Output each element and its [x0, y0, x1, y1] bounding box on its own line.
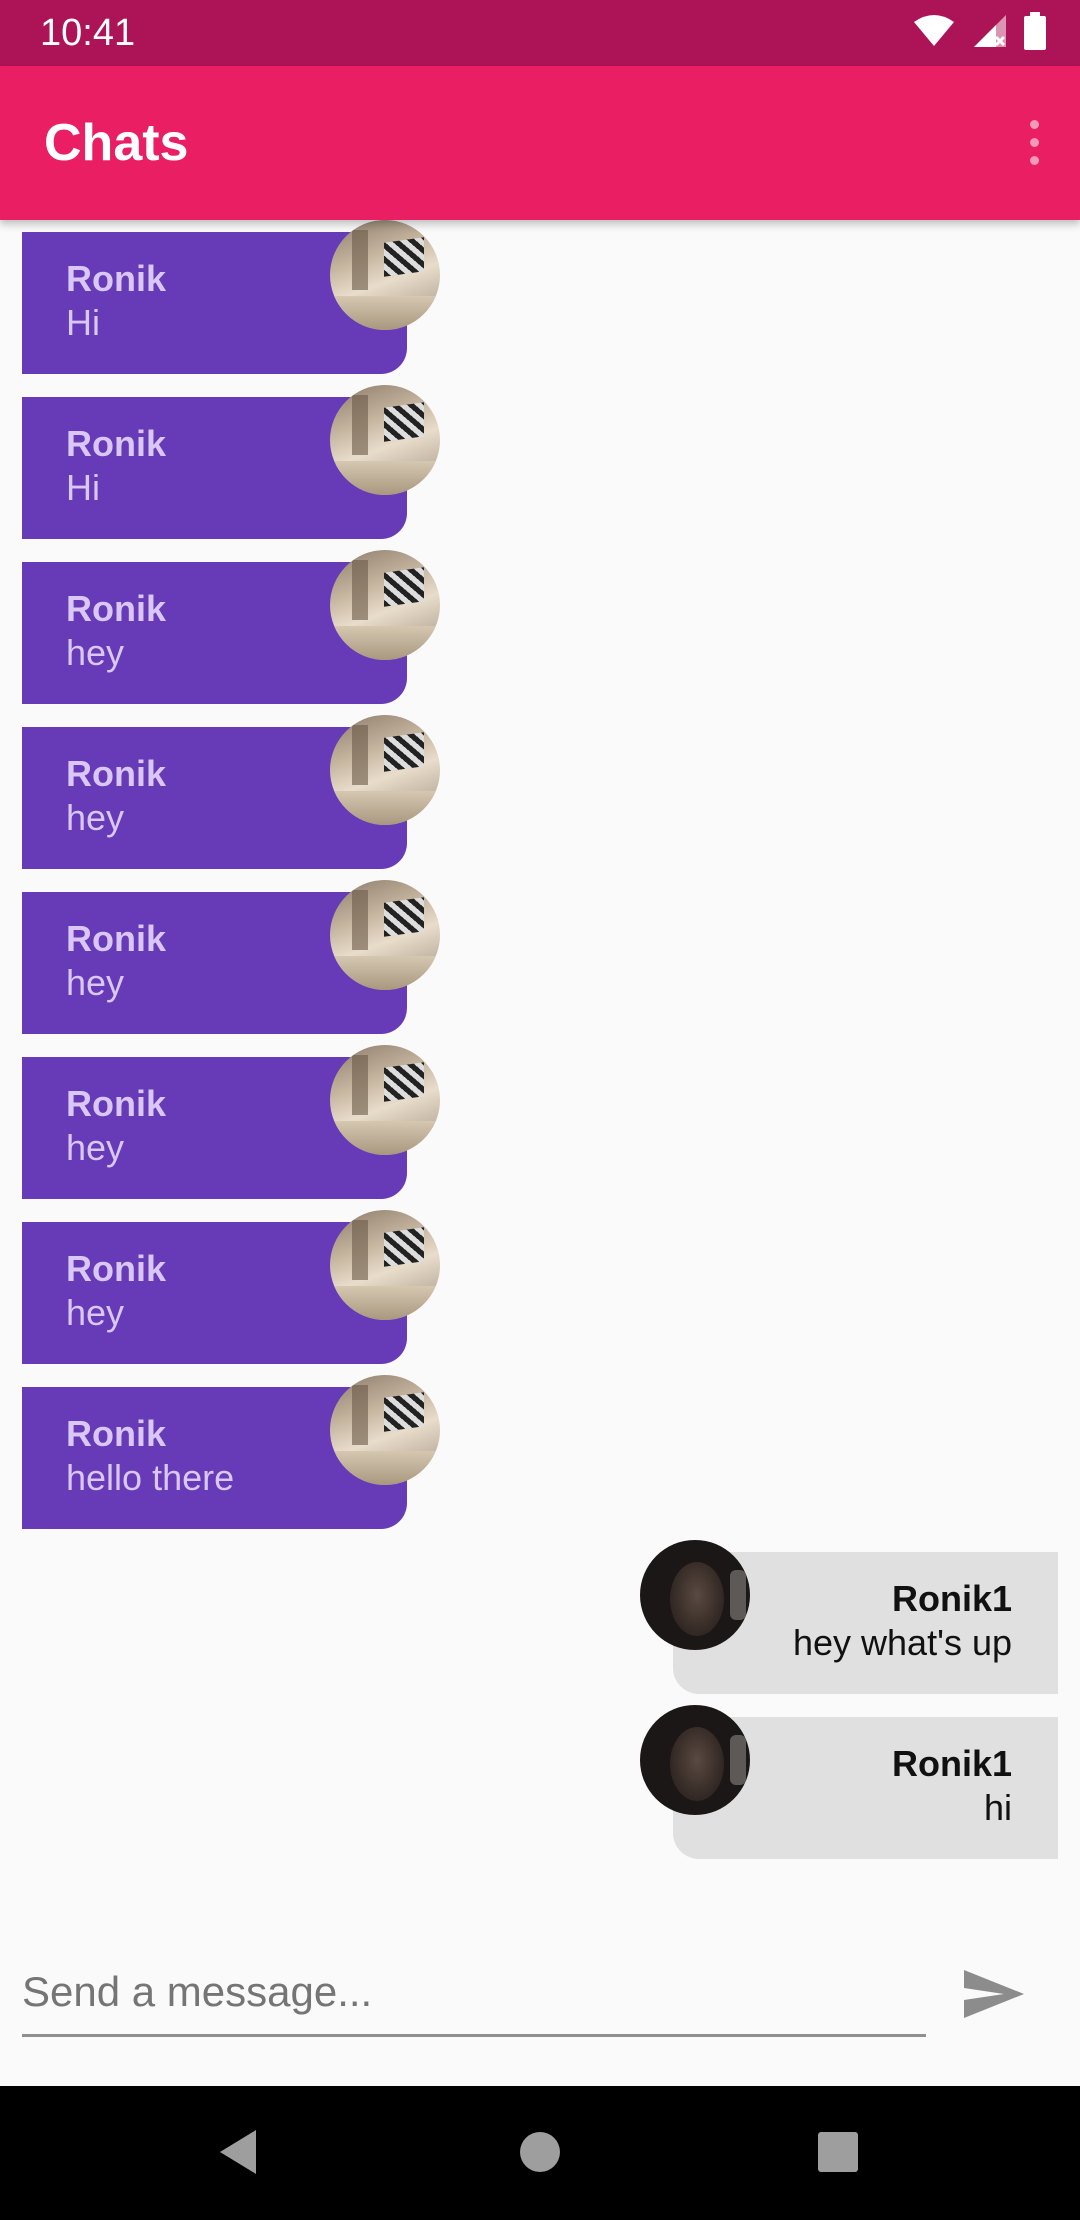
back-button[interactable] — [210, 2122, 270, 2182]
recents-button[interactable] — [808, 2122, 868, 2182]
avatar-detail — [330, 626, 440, 660]
back-icon — [220, 2130, 256, 2174]
avatar-detail — [330, 296, 440, 330]
signal-icon — [972, 13, 1008, 54]
page-title: Chats — [44, 114, 189, 172]
status-icons — [912, 11, 1046, 55]
message-text: Hi — [66, 302, 100, 343]
message-input[interactable] — [22, 1950, 926, 2037]
avatar[interactable] — [640, 1540, 750, 1650]
avatar-detail — [352, 1055, 368, 1115]
avatar-detail — [352, 560, 368, 620]
message-sender: Ronik1 — [891, 1743, 1012, 1784]
home-icon — [520, 2132, 560, 2172]
more-options-button[interactable] — [1004, 106, 1064, 182]
avatar-detail — [330, 461, 440, 495]
message-sender: Ronik — [66, 423, 167, 464]
avatar-detail — [730, 1735, 746, 1785]
avatar[interactable] — [330, 550, 440, 660]
avatar-detail — [384, 402, 424, 442]
avatar-detail — [384, 1227, 424, 1267]
avatar-detail — [384, 1392, 424, 1432]
message-sender: Ronik — [66, 753, 167, 794]
avatar-detail — [330, 1121, 440, 1155]
app-bar: Chats — [0, 66, 1080, 220]
status-time: 10:41 — [40, 12, 136, 54]
message-sender: Ronik — [66, 258, 167, 299]
message-text: hey — [66, 962, 125, 1003]
message-text: Hi — [66, 467, 100, 508]
avatar[interactable] — [330, 385, 440, 495]
avatar-detail — [352, 1220, 368, 1280]
message-text: hey — [66, 1127, 125, 1168]
avatar-detail — [330, 791, 440, 825]
battery-icon — [1024, 11, 1046, 55]
avatar-detail — [670, 1562, 724, 1636]
more-vert-icon-dot — [1030, 138, 1039, 147]
message-sender: Ronik1 — [891, 1578, 1012, 1619]
message-sender: Ronik — [66, 1248, 167, 1289]
message-sender: Ronik — [66, 1413, 167, 1454]
home-button[interactable] — [510, 2122, 570, 2182]
message-sender: Ronik — [66, 918, 167, 959]
message-text: hey — [66, 797, 125, 838]
message-text: hi — [983, 1787, 1012, 1828]
message-sender: Ronik — [66, 588, 167, 629]
avatar-detail — [352, 1385, 368, 1445]
avatar-detail — [330, 956, 440, 990]
avatar-detail — [384, 567, 424, 607]
avatar[interactable] — [330, 715, 440, 825]
avatar-detail — [384, 237, 424, 277]
message-text: hello there — [66, 1457, 235, 1498]
chat-list[interactable]: Ronik Hi Ronik Hi Ronik hey Ronik hey Ro… — [0, 220, 1080, 1900]
avatar[interactable] — [330, 1210, 440, 1320]
avatar-detail — [352, 230, 368, 290]
avatar[interactable] — [640, 1705, 750, 1815]
message-text: hey — [66, 1292, 125, 1333]
status-bar: 10:41 — [0, 0, 1080, 66]
more-vert-icon-dot — [1030, 156, 1039, 165]
send-icon — [964, 1970, 1024, 2018]
avatar-detail — [352, 890, 368, 950]
wifi-icon — [912, 14, 956, 53]
avatar[interactable] — [330, 220, 440, 330]
message-composer — [0, 1900, 1080, 2086]
avatar-detail — [670, 1727, 724, 1801]
avatar-detail — [330, 1451, 440, 1485]
message-sender: Ronik — [66, 1083, 167, 1124]
avatar-detail — [384, 732, 424, 772]
message-text: hey what's up — [792, 1622, 1012, 1663]
message-text: hey — [66, 632, 125, 673]
avatar-detail — [330, 1286, 440, 1320]
recents-icon — [818, 2132, 858, 2172]
avatar-detail — [730, 1570, 746, 1620]
avatar[interactable] — [330, 1375, 440, 1485]
avatar[interactable] — [330, 880, 440, 990]
avatar[interactable] — [330, 1045, 440, 1155]
avatar-detail — [352, 725, 368, 785]
more-vert-icon — [1030, 120, 1039, 129]
navigation-bar — [0, 2086, 1080, 2220]
send-button[interactable] — [956, 1960, 1032, 2028]
avatar-detail — [384, 897, 424, 937]
avatar-detail — [352, 395, 368, 455]
avatar-detail — [384, 1062, 424, 1102]
